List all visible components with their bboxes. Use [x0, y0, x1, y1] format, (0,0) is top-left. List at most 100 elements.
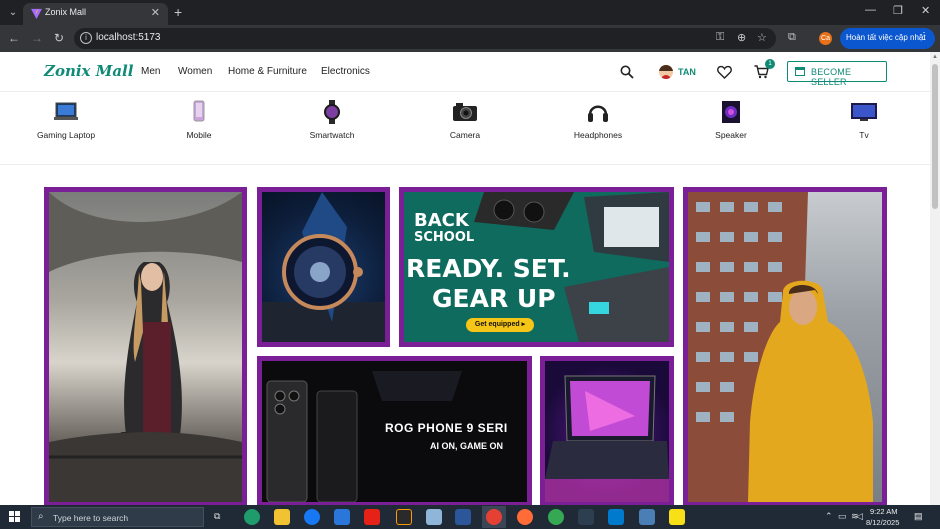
- scrollbar-thumb[interactable]: [932, 64, 938, 209]
- category-tv[interactable]: Tv: [824, 100, 904, 141]
- scroll-up-arrow-icon[interactable]: ▲: [932, 54, 938, 60]
- category-smartwatch[interactable]: Smartwatch: [292, 100, 372, 141]
- page-scrollbar[interactable]: ▲: [930, 52, 940, 505]
- site-info-icon[interactable]: i: [80, 32, 92, 44]
- nav-link-men[interactable]: Men: [141, 66, 160, 77]
- minimize-button[interactable]: —: [865, 4, 876, 16]
- task-view-icon[interactable]: ⧉: [214, 511, 220, 522]
- volume-icon[interactable]: ◁: [856, 511, 863, 522]
- category-speaker[interactable]: Speaker: [691, 100, 771, 141]
- tab-close-icon[interactable]: ✕: [151, 6, 160, 19]
- update-button[interactable]: Hoàn tất việc cập nhật ⋮: [840, 28, 935, 49]
- store-app-icon[interactable]: [334, 509, 350, 525]
- file-explorer-app-icon[interactable]: [274, 509, 290, 525]
- browser-toolbar: ← → ↻ i localhost:5173 ⚿ ⊕ ☆ ⧉ Ca Hoàn t…: [0, 25, 940, 52]
- category-gaming-laptop[interactable]: Gaming Laptop: [26, 100, 106, 141]
- vscode-app-icon[interactable]: [608, 509, 624, 525]
- headline-ready-set: READY. SET.: [406, 254, 571, 283]
- search-icon[interactable]: [620, 65, 634, 79]
- postman-app-icon[interactable]: [517, 509, 533, 525]
- become-seller-button[interactable]: BECOME SELLER: [787, 61, 887, 87]
- category-mobile[interactable]: Mobile: [159, 100, 239, 141]
- rog-phone-subtitle: AI ON, GAME ON: [430, 441, 504, 451]
- category-label: Gaming Laptop: [36, 130, 96, 140]
- photos-app-icon[interactable]: [639, 509, 655, 525]
- reload-icon[interactable]: ↻: [54, 31, 64, 45]
- man-fashion-image: [688, 192, 873, 502]
- restore-button[interactable]: ❐: [893, 4, 903, 17]
- category-camera[interactable]: Camera: [425, 100, 505, 141]
- category-bar: Gaming Laptop Mobile Smartwatch Camera H…: [0, 92, 930, 165]
- zoom-icon[interactable]: ⊕: [737, 31, 746, 44]
- become-seller-label: BECOME SELLER: [811, 67, 852, 87]
- notes-app-icon[interactable]: [426, 509, 442, 525]
- banner-back-to-school[interactable]: BACK SCHOOL READY. SET. GEAR UP Get equi…: [399, 187, 674, 347]
- taskbar-search-placeholder: Type here to search: [53, 513, 129, 523]
- rog-phone-title: ROG PHONE 9 SERI: [385, 421, 508, 435]
- sticky-notes-app-icon[interactable]: [669, 509, 685, 525]
- site-logo[interactable]: Zonix Mall: [44, 62, 133, 80]
- nav-link-home-furniture[interactable]: Home & Furniture: [228, 66, 307, 77]
- more-menu-icon[interactable]: ⋮: [919, 31, 929, 42]
- tray-overflow-icon[interactable]: ⌃: [825, 511, 833, 522]
- youtube-app-icon[interactable]: [364, 509, 380, 525]
- nav-link-electronics[interactable]: Electronics: [321, 66, 370, 77]
- facebook-app-icon[interactable]: [304, 509, 320, 525]
- headline-gear-up: GEAR UP: [432, 284, 556, 313]
- category-headphones[interactable]: Headphones: [558, 100, 638, 141]
- taskbar-search-box[interactable]: ⌕ Type here to search: [31, 507, 204, 527]
- terminal-app-icon[interactable]: [578, 509, 594, 525]
- vite-favicon-icon: [31, 8, 42, 19]
- banner-grid: BACK SCHOOL READY. SET. GEAR UP Get equi…: [0, 166, 930, 507]
- new-tab-button[interactable]: +: [174, 4, 182, 20]
- edge-app-icon[interactable]: [244, 509, 260, 525]
- clock-time[interactable]: 9:22 AM: [870, 507, 898, 516]
- chrome-profile-app-icon[interactable]: [548, 509, 564, 525]
- word-app-icon[interactable]: [455, 509, 471, 525]
- luxury-watch-image: [262, 192, 385, 342]
- battery-icon[interactable]: ▭: [838, 511, 847, 522]
- site-header: Zonix Mall Men Women Home & Furniture El…: [0, 52, 930, 92]
- url-text[interactable]: localhost:5173: [96, 32, 161, 43]
- jetbrains-app-icon[interactable]: [396, 509, 412, 525]
- back-text: BACK: [414, 210, 469, 231]
- tab-search-icon[interactable]: ⌄: [4, 4, 22, 21]
- banner-gaming-laptop[interactable]: [540, 356, 674, 507]
- forward-arrow-icon[interactable]: →: [31, 31, 43, 45]
- smartwatch-icon: [324, 100, 340, 124]
- windows-start-icon[interactable]: [9, 511, 21, 523]
- nav-link-women[interactable]: Women: [178, 66, 212, 77]
- user-name[interactable]: TAN: [678, 67, 696, 77]
- category-label: Mobile: [186, 130, 212, 140]
- headphones-icon: [588, 105, 608, 122]
- camera-icon: [453, 103, 477, 121]
- laptop-icon: [54, 102, 78, 120]
- speaker-icon: [722, 101, 740, 123]
- browser-tab[interactable]: Zonix Mall ✕: [23, 3, 168, 25]
- chrome-app-icon[interactable]: [486, 509, 502, 525]
- search-icon: ⌕: [38, 511, 44, 522]
- heart-icon[interactable]: [717, 65, 732, 79]
- gaming-laptop-image: [545, 375, 669, 502]
- bookmark-star-icon[interactable]: ☆: [757, 31, 767, 44]
- address-bar[interactable]: i localhost:5173 ⚿ ⊕ ☆: [74, 28, 776, 49]
- close-window-button[interactable]: ✕: [921, 4, 930, 17]
- back-arrow-icon[interactable]: ←: [8, 31, 20, 45]
- user-avatar[interactable]: [659, 65, 673, 79]
- update-label: Hoàn tất việc cập nhật: [846, 33, 926, 42]
- cart-count-badge: 1: [765, 59, 775, 69]
- notification-icon[interactable]: ▤: [914, 511, 923, 522]
- profile-avatar[interactable]: Ca: [819, 32, 832, 45]
- banner-rog-phone[interactable]: ROG PHONE 9 SERI AI ON, GAME ON: [257, 356, 532, 507]
- banner-woman-fashion[interactable]: [44, 187, 247, 507]
- banner-man-fashion[interactable]: [683, 187, 887, 507]
- category-label: Camera: [449, 130, 481, 140]
- extensions-icon[interactable]: ⧉: [788, 31, 796, 44]
- banner-watch[interactable]: [257, 187, 390, 347]
- category-label: Tv: [859, 130, 869, 140]
- get-equipped-button[interactable]: Get equipped ▸: [466, 318, 534, 332]
- category-label: Speaker: [715, 130, 747, 140]
- clock-date[interactable]: 8/12/2025: [866, 518, 899, 527]
- woman-fashion-image: [49, 192, 242, 502]
- password-key-icon[interactable]: ⚿: [716, 31, 724, 44]
